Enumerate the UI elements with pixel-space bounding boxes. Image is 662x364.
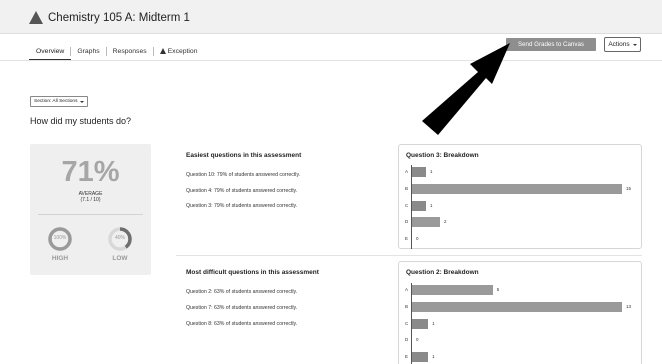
easiest-question-item: Question 10: 79% of students answered co… — [186, 172, 301, 178]
annotation-arrow-icon — [422, 43, 510, 135]
chart-row: C1 — [403, 318, 639, 329]
actions-label: Actions — [608, 41, 630, 48]
header-divider — [0, 60, 662, 61]
chart-category-label: D — [405, 219, 409, 225]
high-score-label: HIGH — [51, 255, 69, 262]
chart-category-label: C — [405, 202, 409, 208]
difficult-question-item: Question 2: 63% of students answered cor… — [186, 289, 298, 295]
chart-category-label: B — [405, 303, 409, 309]
easiest-question-item: Question 4: 79% of students answered cor… — [186, 188, 298, 194]
tab-exception[interactable]: Exception — [154, 47, 204, 55]
chart-row: E0 — [403, 234, 639, 244]
average-score: (7.1 / 10) — [80, 197, 101, 203]
chart-value-label: 13 — [626, 303, 632, 309]
chart-category-label: E — [405, 354, 409, 360]
chart-bar — [412, 167, 426, 177]
chart-category-label: C — [405, 320, 409, 326]
page-title: Chemistry 105 A: Midterm 1 — [48, 12, 190, 24]
chart-category-label: E — [405, 236, 409, 242]
high-score-value: 100% — [53, 235, 67, 241]
section-select-value: Section: All Sections — [34, 99, 78, 104]
chart-value-label: 1 — [430, 169, 433, 174]
question-2-breakdown-chart: Question 2: Breakdown A 5 B 13 C 1 D 0 E 1 — [398, 261, 642, 364]
chart-row: B 15 — [403, 183, 639, 194]
card-divider — [38, 214, 143, 215]
chart-row: A1 — [403, 167, 639, 177]
question-3-breakdown-chart: Question 3: Breakdown A 1 B 15 C 1 D 2 E 0 — [398, 144, 642, 249]
chart-value-label: 0 — [416, 236, 419, 242]
chart-value-label: 1 — [432, 320, 435, 326]
warning-icon — [159, 47, 166, 54]
send-grades-label: Send Grades to Canvas — [517, 41, 585, 48]
difficult-question-item: Question 8: 63% of students answered cor… — [186, 321, 298, 327]
low-score-value: 40% — [114, 235, 125, 241]
chart-value-label: 0 — [416, 337, 419, 343]
chart-category-label: A — [405, 169, 409, 174]
top-bar: Chemistry 105 A: Midterm 1 — [0, 0, 662, 34]
tab-exception-label: Exception — [167, 47, 198, 55]
tab-bar: Overview Graphs Responses Exception — [30, 42, 204, 60]
section-divider — [176, 255, 642, 256]
chart-row: C1 — [403, 200, 639, 211]
average-card: 71% AVERAGE (7.1 / 10) 100% HIGH 40% LOW — [30, 144, 151, 275]
chart-value-label: 2 — [444, 219, 447, 225]
chart-value-label: 5 — [496, 287, 500, 292]
low-score-label: LOW — [112, 255, 128, 262]
chart-bar — [412, 318, 429, 329]
chart-category-label: D — [405, 337, 409, 343]
tab-responses[interactable]: Responses — [107, 48, 153, 55]
app-logo-icon — [29, 11, 43, 24]
average-percent: 71% — [61, 156, 120, 188]
chevron-down-icon — [80, 100, 85, 103]
chevron-down-icon — [632, 43, 637, 46]
chart-value-label: 15 — [626, 185, 632, 191]
chart-bar — [412, 352, 429, 363]
actions-dropdown-button[interactable]: Actions — [604, 37, 641, 52]
chart-row: D0 — [403, 335, 639, 345]
chart-bar — [412, 200, 426, 211]
difficult-question-item: Question 7: 63% of students answered cor… — [186, 305, 298, 311]
chart-category-label: A — [405, 287, 409, 292]
chart-bar — [412, 301, 622, 312]
easiest-question-item: Question 3: 79% of students answered cor… — [186, 203, 298, 209]
chart-bar — [412, 217, 440, 228]
section-select[interactable]: Section: All Sections — [30, 96, 89, 107]
difficult-questions-title: Most difficult questions in this assessm… — [186, 269, 319, 276]
chart-title: Question 2: Breakdown — [406, 269, 479, 276]
chart-row: D2 — [403, 217, 639, 228]
chart-value-label: 1 — [432, 354, 435, 360]
chart-value-label: 1 — [430, 202, 433, 208]
chart-title: Question 3: Breakdown — [406, 152, 479, 159]
tab-overview[interactable]: Overview — [30, 48, 70, 55]
chart-bar — [412, 285, 493, 295]
chart-bar — [412, 183, 622, 194]
chart-row: A5 — [403, 285, 639, 295]
easiest-questions-title: Easiest questions in this assessment — [186, 152, 302, 159]
chart-category-label: B — [405, 185, 409, 191]
tab-graphs[interactable]: Graphs — [71, 48, 105, 55]
section-heading: How did my students do? — [30, 116, 132, 126]
chart-row: B 13 — [403, 301, 639, 312]
chart-row: E1 — [403, 352, 639, 363]
